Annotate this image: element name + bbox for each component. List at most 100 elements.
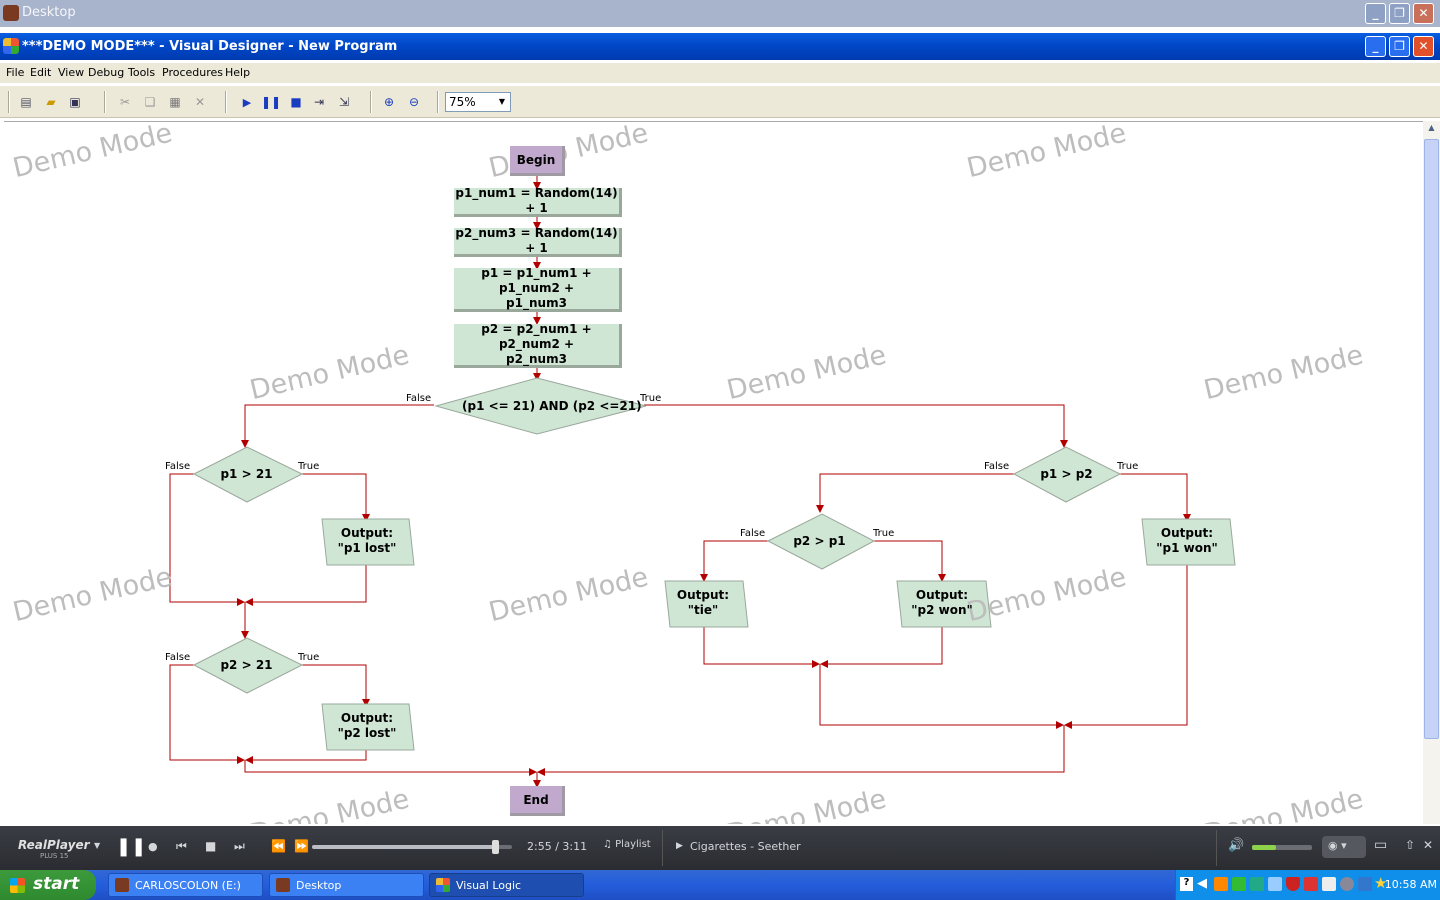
save-icon[interactable]: ▣: [66, 93, 84, 111]
output-p1-won[interactable]: Output: "p1 won": [1147, 526, 1227, 556]
realplayer-logo: RealPlayer: [18, 838, 90, 852]
menu-help[interactable]: Help: [225, 66, 250, 79]
desktop-title: Desktop: [22, 5, 76, 20]
rewind-button[interactable]: ⏪: [271, 839, 286, 853]
decision-p2-21[interactable]: p2 > 21: [209, 658, 284, 672]
minimize-button[interactable]: _: [1365, 3, 1386, 24]
output-p1-lost[interactable]: Output: "p1 lost": [327, 526, 407, 556]
step-into-icon[interactable]: ⇥: [310, 93, 328, 111]
previous-button[interactable]: ⏮: [176, 839, 187, 854]
zoom-out-icon[interactable]: ⊖: [405, 93, 423, 111]
run-icon[interactable]: ▶: [238, 93, 256, 111]
desktop-icon: [276, 878, 290, 892]
tray-app-icon[interactable]: [1250, 877, 1264, 891]
shield-icon[interactable]: [1286, 877, 1300, 891]
process-box[interactable]: p2_num3 = Random(14) + 1: [454, 226, 622, 257]
task-carloscolon[interactable]: CARLOSCOLON (E:): [108, 873, 263, 897]
scroll-thumb[interactable]: [1424, 139, 1439, 739]
false-label: False: [165, 461, 191, 472]
decision-main[interactable]: (p1 <= 21) AND (p2 <=21): [462, 399, 642, 413]
decision-p1-21[interactable]: p1 > 21: [209, 467, 284, 481]
process-box[interactable]: p1 = p1_num1 + p1_num2 + p1_num3: [454, 266, 622, 312]
restore-button[interactable]: ❐: [1389, 3, 1410, 24]
volume-icon[interactable]: 🔊: [1228, 838, 1244, 853]
time-display: 2:55 / 3:11: [527, 840, 588, 853]
tray-app-icon[interactable]: [1304, 877, 1318, 891]
clock: 10:58 AM: [1384, 878, 1437, 891]
tray-app-icon[interactable]: [1340, 877, 1354, 891]
false-label: False: [165, 652, 191, 663]
tray-app-icon[interactable]: [1232, 877, 1246, 891]
output-p2-lost[interactable]: Output: "p2 lost": [327, 711, 407, 741]
zoom-in-icon[interactable]: ⊕: [380, 93, 398, 111]
window-minimize-button[interactable]: _: [1365, 36, 1386, 57]
pause-button[interactable]: ❚❚: [116, 836, 146, 857]
start-label: start: [33, 874, 80, 894]
chevron-down-icon[interactable]: ▼: [495, 94, 509, 110]
record-button[interactable]: ●: [148, 840, 158, 853]
decision-p2p1[interactable]: p2 > p1: [782, 534, 857, 548]
delete-icon[interactable]: ✕: [191, 93, 209, 111]
true-label: True: [1117, 461, 1139, 472]
desktop-app-icon: [3, 5, 19, 21]
paste-icon[interactable]: ▦: [166, 93, 184, 111]
step-over-icon[interactable]: ⇲: [335, 93, 353, 111]
output-p2-won[interactable]: Output: "p2 won": [902, 588, 982, 618]
menu-debug[interactable]: Debug: [88, 66, 124, 79]
tray-app-icon[interactable]: [1268, 877, 1282, 891]
seek-thumb[interactable]: [492, 840, 499, 854]
fast-forward-button[interactable]: ⏩: [294, 839, 309, 853]
task-desktop[interactable]: Desktop: [269, 873, 424, 897]
task-visual-logic[interactable]: Visual Logic: [429, 873, 584, 897]
output-tie[interactable]: Output: "tie": [668, 588, 738, 618]
menu-procedures[interactable]: Procedures: [162, 66, 223, 79]
tray-app-icon[interactable]: [1322, 877, 1336, 891]
process-box[interactable]: p1_num1 = Random(14) + 1: [454, 186, 622, 217]
begin-terminal[interactable]: Begin: [510, 146, 565, 176]
output-label: Output:: [915, 588, 969, 602]
track-title: Cigarettes - Seether: [690, 840, 801, 853]
menu-tools[interactable]: Tools: [128, 66, 155, 79]
vertical-scrollbar[interactable]: ▲: [1423, 121, 1440, 824]
playlist-button[interactable]: ♫ Playlist: [603, 839, 651, 850]
seek-bar[interactable]: [312, 840, 512, 854]
menu-file[interactable]: File: [6, 66, 24, 79]
copy-icon[interactable]: ❏: [141, 93, 159, 111]
window-restore-button[interactable]: ❐: [1389, 36, 1410, 57]
output-label: Output:: [676, 588, 730, 602]
expand-icon[interactable]: ⇧: [1405, 838, 1415, 852]
help-icon[interactable]: ?: [1180, 877, 1193, 891]
next-button[interactable]: ⏭: [234, 839, 245, 854]
flowchart-canvas[interactable]: Demo Mode Demo Mode Demo Mode Demo Mode …: [4, 121, 1423, 824]
new-icon[interactable]: ▤: [17, 93, 35, 111]
process-box[interactable]: p2 = p2_num1 + p2_num2 + p2_num3: [454, 322, 622, 368]
close-player-icon[interactable]: ✕: [1423, 838, 1433, 852]
end-terminal[interactable]: End: [510, 786, 565, 816]
chevron-down-icon[interactable]: ▼: [94, 841, 100, 850]
back-icon[interactable]: ◀: [1197, 876, 1207, 891]
drive-icon: [115, 878, 129, 892]
pause-icon[interactable]: ❚❚: [261, 93, 281, 111]
menu-edit[interactable]: Edit: [30, 66, 51, 79]
cut-icon[interactable]: ✂: [116, 93, 134, 111]
toolbar-separator: [370, 91, 372, 113]
zoom-select[interactable]: 75% ▼: [445, 92, 511, 112]
volume-slider[interactable]: [1252, 845, 1312, 850]
window-close-button[interactable]: ✕: [1413, 36, 1434, 57]
tray-app-icon[interactable]: [1358, 877, 1372, 891]
stop-icon[interactable]: ■: [287, 93, 305, 111]
start-button[interactable]: start: [0, 870, 96, 900]
scroll-up-icon[interactable]: ▲: [1425, 123, 1438, 137]
monitor-icon[interactable]: ▭: [1374, 837, 1387, 853]
false-label: False: [406, 393, 432, 404]
decision-p1p2[interactable]: p1 > p2: [1029, 467, 1104, 481]
stop-button[interactable]: ■: [205, 839, 216, 853]
close-button[interactable]: ✕: [1413, 3, 1434, 24]
menu-view[interactable]: View: [58, 66, 84, 79]
visual-logic-icon: [3, 38, 19, 54]
output-value: "p1 lost": [337, 541, 397, 555]
tray-app-icon[interactable]: [1214, 877, 1228, 891]
open-folder-icon[interactable]: ▰: [42, 93, 60, 111]
toolbar-separator: [104, 91, 106, 113]
browser-button[interactable]: ◉ ▾: [1322, 836, 1366, 858]
